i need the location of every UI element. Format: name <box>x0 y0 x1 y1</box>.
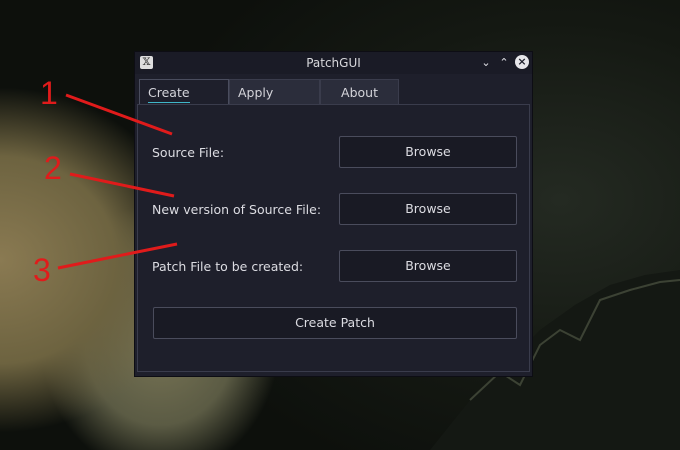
close-icon[interactable]: × <box>515 55 529 69</box>
patch-file-label: Patch File to be created: <box>152 259 304 274</box>
create-patch-panel: Source File: Browse New version of Sourc… <box>137 104 530 372</box>
annotation-number-3: 3 <box>33 252 51 288</box>
minimize-icon[interactable]: ⌄ <box>478 55 494 71</box>
annotation-number-1: 1 <box>40 75 58 111</box>
tab-label: About <box>341 85 378 100</box>
maximize-icon[interactable]: ⌃ <box>496 55 512 71</box>
tab-apply-patch[interactable]: Apply Patch <box>229 79 320 125</box>
tab-about[interactable]: About <box>320 79 399 104</box>
new-version-label: New version of Source File: <box>152 202 322 217</box>
browse-new-version-button[interactable]: Browse <box>339 193 517 225</box>
source-file-label: Source File: <box>152 145 225 160</box>
create-patch-button[interactable]: Create Patch <box>153 307 517 339</box>
window-title: PatchGUI <box>306 56 361 70</box>
patchgui-window: 𝕏 PatchGUI ⌄ ⌃ × Create Patch Apply Patc… <box>134 51 533 377</box>
tab-create-patch[interactable]: Create Patch <box>139 79 229 128</box>
browse-source-button[interactable]: Browse <box>339 136 517 168</box>
browse-patch-file-button[interactable]: Browse <box>339 250 517 282</box>
annotation-number-2: 2 <box>44 150 62 186</box>
tab-bar: Create Patch Apply Patch About <box>139 79 399 128</box>
title-bar[interactable]: 𝕏 PatchGUI ⌄ ⌃ × <box>135 52 532 74</box>
